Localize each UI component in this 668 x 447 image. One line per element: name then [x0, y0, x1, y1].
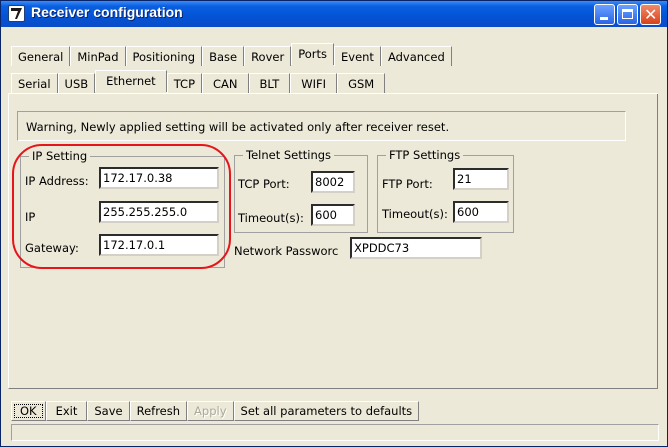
ftp-port-field[interactable]: 21 — [453, 168, 509, 190]
ftp-settings-legend: FTP Settings — [386, 148, 464, 162]
maximize-button[interactable] — [617, 4, 638, 25]
set-defaults-button[interactable]: Set all parameters to defaults — [233, 401, 420, 421]
tab-tcp[interactable]: TCP — [166, 73, 203, 93]
minimize-button[interactable] — [594, 4, 615, 25]
exit-button[interactable]: Exit — [45, 401, 88, 421]
checkmark-icon — [8, 5, 25, 22]
tab-can[interactable]: CAN — [202, 73, 249, 93]
tab-advanced[interactable]: Advanced — [380, 46, 452, 66]
tcp-port-field[interactable]: 8002 — [311, 171, 355, 193]
close-icon: ✕ — [644, 5, 658, 24]
tab-serial[interactable]: Serial — [11, 73, 58, 93]
maximize-icon — [622, 9, 633, 19]
ok-button[interactable]: OK — [11, 401, 46, 421]
telnet-settings-legend: Telnet Settings — [243, 148, 335, 162]
ftp-timeout-label: Timeout(s): — [382, 207, 448, 221]
close-button[interactable]: ✕ — [640, 4, 661, 25]
title-bar[interactable]: Receiver configuration ✕ — [1, 1, 667, 27]
tab-wifi[interactable]: WIFI — [290, 73, 338, 93]
tcp-port-label: TCP Port: — [238, 177, 290, 191]
network-password-label: Network Passworc — [234, 244, 339, 258]
reset-warning: Warning, Newly applied setting will be a… — [17, 111, 626, 141]
main-tab-row: General MinPad Positioning Base Rover Po… — [11, 43, 452, 66]
save-button[interactable]: Save — [87, 401, 130, 421]
ftp-port-label: FTP Port: — [382, 177, 433, 191]
receiver-configuration-window: Receiver configuration ✕ General MinPad … — [0, 0, 668, 447]
tab-rover[interactable]: Rover — [244, 46, 292, 66]
tab-event[interactable]: Event — [334, 46, 381, 66]
highlight-ring — [12, 144, 231, 269]
tab-general[interactable]: General — [11, 46, 71, 66]
refresh-button[interactable]: Refresh — [129, 401, 188, 421]
tab-base[interactable]: Base — [202, 46, 245, 66]
status-bar — [11, 424, 659, 441]
tab-minpad[interactable]: MinPad — [70, 46, 126, 66]
telnet-timeout-field[interactable]: 600 — [311, 204, 355, 226]
tab-gsm[interactable]: GSM — [337, 73, 386, 93]
ftp-timeout-field[interactable]: 600 — [453, 201, 509, 223]
tab-ports[interactable]: Ports — [291, 43, 334, 65]
tab-blt[interactable]: BLT — [248, 73, 291, 93]
network-password-field[interactable]: XPDDC73 — [350, 237, 482, 259]
ports-sub-tab-row: Serial USB Ethernet TCP CAN BLT WIFI GSM — [11, 70, 386, 93]
tab-usb[interactable]: USB — [57, 73, 96, 93]
telnet-timeout-label: Timeout(s): — [238, 211, 304, 225]
minimize-icon — [600, 17, 608, 20]
window-title: Receiver configuration — [31, 4, 183, 20]
dialog-button-bar: OK Exit Save Refresh Apply Set all param… — [11, 401, 420, 421]
tab-positioning[interactable]: Positioning — [125, 46, 203, 66]
tab-ethernet[interactable]: Ethernet — [95, 70, 167, 92]
apply-button[interactable]: Apply — [187, 401, 234, 421]
